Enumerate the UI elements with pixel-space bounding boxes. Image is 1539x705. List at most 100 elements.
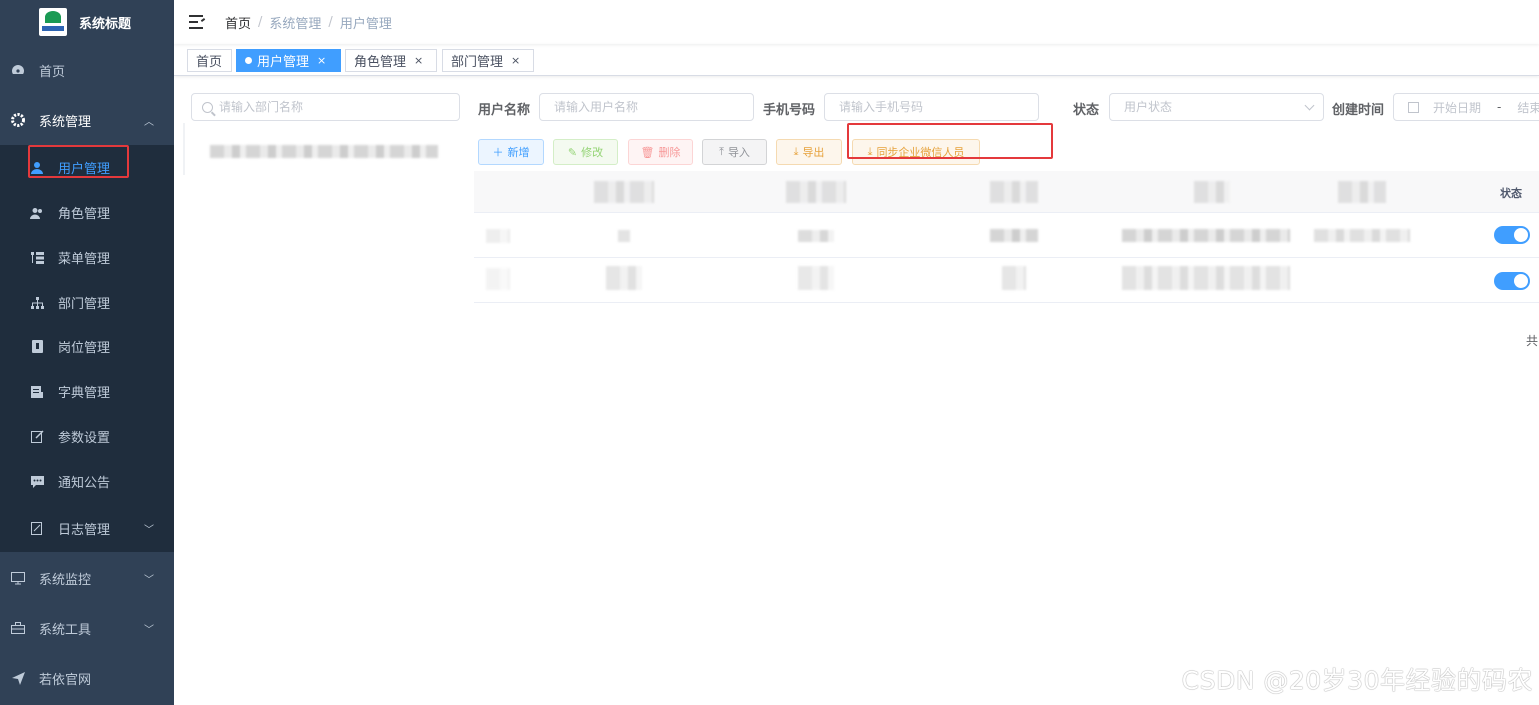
tree-icon (30, 296, 44, 310)
created-label: 创建时间 (1332, 103, 1385, 118)
sidebar-item-roles[interactable]: 角色管理 (0, 190, 174, 235)
app-root: 系统标题 首页 系统管理 ︿ 用户管理 角色管理 菜单管理 部门管理 岗位管理 … (0, 0, 1539, 705)
dept-tree-node[interactable] (210, 145, 438, 158)
sidebar-item-posts[interactable]: 岗位管理 (0, 324, 174, 369)
sidebar-item-depts[interactable]: 部门管理 (0, 280, 174, 325)
table-cell (1314, 229, 1410, 242)
close-icon[interactable]: × (317, 54, 326, 67)
active-dot-icon (245, 57, 252, 64)
logo[interactable]: 系统标题 (0, 0, 174, 44)
search-icon (202, 101, 213, 113)
tag-label: 部门管理 (451, 55, 504, 70)
dict-icon (30, 385, 44, 399)
sidebar-item-label: 系统管理 (39, 114, 92, 130)
sidebar-item-label: 首页 (39, 64, 66, 80)
sidebar-item-system[interactable]: 系统管理 ︿ (0, 95, 174, 145)
column-header (1338, 181, 1386, 203)
sidebar-item-logs[interactable]: 日志管理 ﹀ (0, 504, 174, 552)
column-header (786, 181, 846, 203)
date-range-picker[interactable]: 开始日期 - 结束 (1393, 93, 1539, 121)
sidebar-item-monitor[interactable]: 系统监控 ﹀ (0, 553, 174, 603)
dept-search-input[interactable] (219, 100, 459, 114)
table-cell (618, 230, 630, 242)
sidebar-item-tools[interactable]: 系统工具 ﹀ (0, 603, 174, 653)
export-button[interactable]: ⤓ 导出 (776, 139, 842, 165)
message-icon (30, 475, 44, 489)
tag-roles[interactable]: 角色管理 × (345, 49, 437, 72)
date-end-placeholder[interactable]: 结束 (1517, 99, 1539, 116)
sidebar-item-label: 字典管理 (58, 386, 111, 401)
watermark: CSDN @20岁30年经验的码农 (1181, 666, 1533, 695)
highlight-box-sync (847, 123, 1053, 159)
tag-users[interactable]: 用户管理 × (236, 49, 341, 72)
logo-title: 系统标题 (79, 16, 132, 32)
breadcrumb-home[interactable]: 首页 (225, 13, 251, 32)
status-toggle[interactable] (1494, 272, 1530, 290)
sidebar-item-home[interactable]: 首页 (0, 45, 174, 95)
sidebar-item-label: 角色管理 (58, 207, 111, 222)
phone-input[interactable] (839, 100, 1038, 114)
hamburger-icon[interactable] (189, 15, 206, 29)
table-cell (990, 229, 1038, 242)
post-icon (30, 340, 44, 354)
close-icon[interactable]: × (511, 54, 520, 67)
breadcrumb-users: 用户管理 (339, 16, 392, 32)
date-start-placeholder[interactable]: 开始日期 (1433, 99, 1481, 116)
table-cell (486, 268, 510, 290)
sidebar-item-label: 若依官网 (39, 672, 92, 688)
phone-field[interactable] (824, 93, 1039, 121)
chevron-up-icon: ︿ (144, 116, 154, 128)
calendar-icon (1408, 101, 1419, 113)
chevron-down-icon: ﹀ (144, 524, 154, 536)
upload-icon: ⤒ (719, 145, 724, 158)
breadcrumb-separator: / (258, 14, 263, 30)
tree-table-icon (30, 251, 44, 265)
phone-label: 手机号码 (763, 103, 816, 118)
delete-icon: 🗑 (640, 145, 655, 159)
sidebar-item-notices[interactable]: 通知公告 (0, 459, 174, 504)
column-header (990, 181, 1038, 203)
delete-button[interactable]: 🗑 删除 (628, 139, 693, 165)
sidebar-item-label: 参数设置 (58, 431, 111, 446)
guide-icon (11, 671, 25, 685)
breadcrumb-system: 系统管理 (269, 16, 322, 32)
sidebar-item-label: 通知公告 (58, 476, 111, 491)
tag-home[interactable]: 首页 (187, 49, 232, 72)
download-icon: ⤓ (793, 145, 799, 158)
sidebar-item-dicts[interactable]: 字典管理 (0, 369, 174, 414)
status-column-header: 状态 (1500, 187, 1522, 200)
username-field[interactable] (539, 93, 754, 121)
gear-icon (11, 113, 25, 127)
sidebar-item-config[interactable]: 参数设置 (0, 414, 174, 459)
username-input[interactable] (554, 100, 753, 114)
date-range-separator: - (1497, 100, 1502, 114)
breadcrumb-separator: / (328, 14, 333, 30)
pagination-total: 共 (1526, 334, 1539, 348)
status-toggle[interactable] (1494, 226, 1530, 244)
table-cell (1122, 229, 1290, 242)
tags-view: 首页 用户管理 × 角色管理 × 部门管理 × (174, 44, 1539, 76)
sidebar-item-website[interactable]: 若依官网 (0, 653, 174, 703)
dept-search-field[interactable] (191, 93, 460, 121)
tag-label: 首页 (196, 55, 223, 70)
status-select[interactable] (1109, 93, 1324, 121)
chevron-down-icon: ﹀ (144, 574, 154, 586)
status-label: 状态 (1073, 103, 1100, 118)
peoples-icon (30, 206, 44, 220)
tag-depts[interactable]: 部门管理 × (442, 49, 534, 72)
tool-icon (11, 621, 25, 635)
add-button-label: 新增 (507, 146, 530, 159)
edit-button[interactable]: ✎ 修改 (553, 139, 618, 165)
edit-icon (30, 430, 44, 444)
sidebar-item-menus[interactable]: 菜单管理 (0, 235, 174, 280)
import-button[interactable]: ⤒ 导入 (702, 139, 767, 165)
table-cell (486, 229, 510, 243)
sidebar-item-label: 部门管理 (58, 297, 111, 312)
navbar: 首页 / 系统管理 / 用户管理 (174, 0, 1539, 44)
edit-button-label: 修改 (581, 146, 604, 159)
sidebar: 系统标题 首页 系统管理 ︿ 用户管理 角色管理 菜单管理 部门管理 岗位管理 … (0, 0, 174, 705)
add-button[interactable]: ＋ 新增 (478, 139, 544, 165)
close-icon[interactable]: × (414, 54, 423, 67)
status-select-input[interactable] (1124, 100, 1323, 114)
import-button-label: 导入 (727, 146, 750, 159)
